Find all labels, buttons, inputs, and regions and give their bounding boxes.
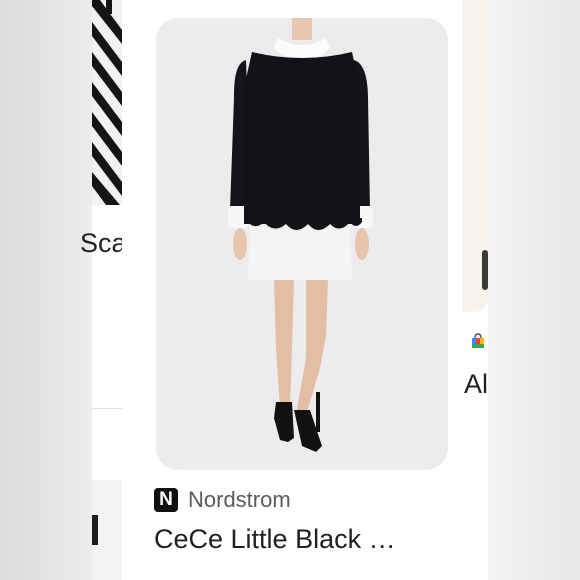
store-row[interactable]: N Nordstrom	[154, 487, 291, 513]
left-product-image[interactable]	[92, 0, 122, 205]
store-name[interactable]: Nordstrom	[188, 487, 291, 513]
right-product-title[interactable]: Al	[464, 369, 488, 400]
product-title[interactable]: CeCe Little Black …	[154, 524, 396, 555]
product-result-card[interactable]: N Nordstrom CeCe Little Black …	[122, 0, 462, 580]
left-lower-image	[92, 515, 98, 545]
right-result-card[interactable]: Al	[462, 0, 580, 580]
left-product-title[interactable]: Sca	[80, 228, 122, 259]
divider	[92, 408, 122, 409]
right-gutter	[488, 0, 580, 580]
left-result-card[interactable]: Sca	[0, 0, 122, 580]
nordstrom-logo-icon: N	[154, 488, 178, 512]
right-image-detail	[482, 250, 488, 290]
product-image[interactable]	[156, 18, 448, 470]
shopping-bag-icon	[470, 333, 486, 349]
left-gutter	[0, 0, 92, 580]
